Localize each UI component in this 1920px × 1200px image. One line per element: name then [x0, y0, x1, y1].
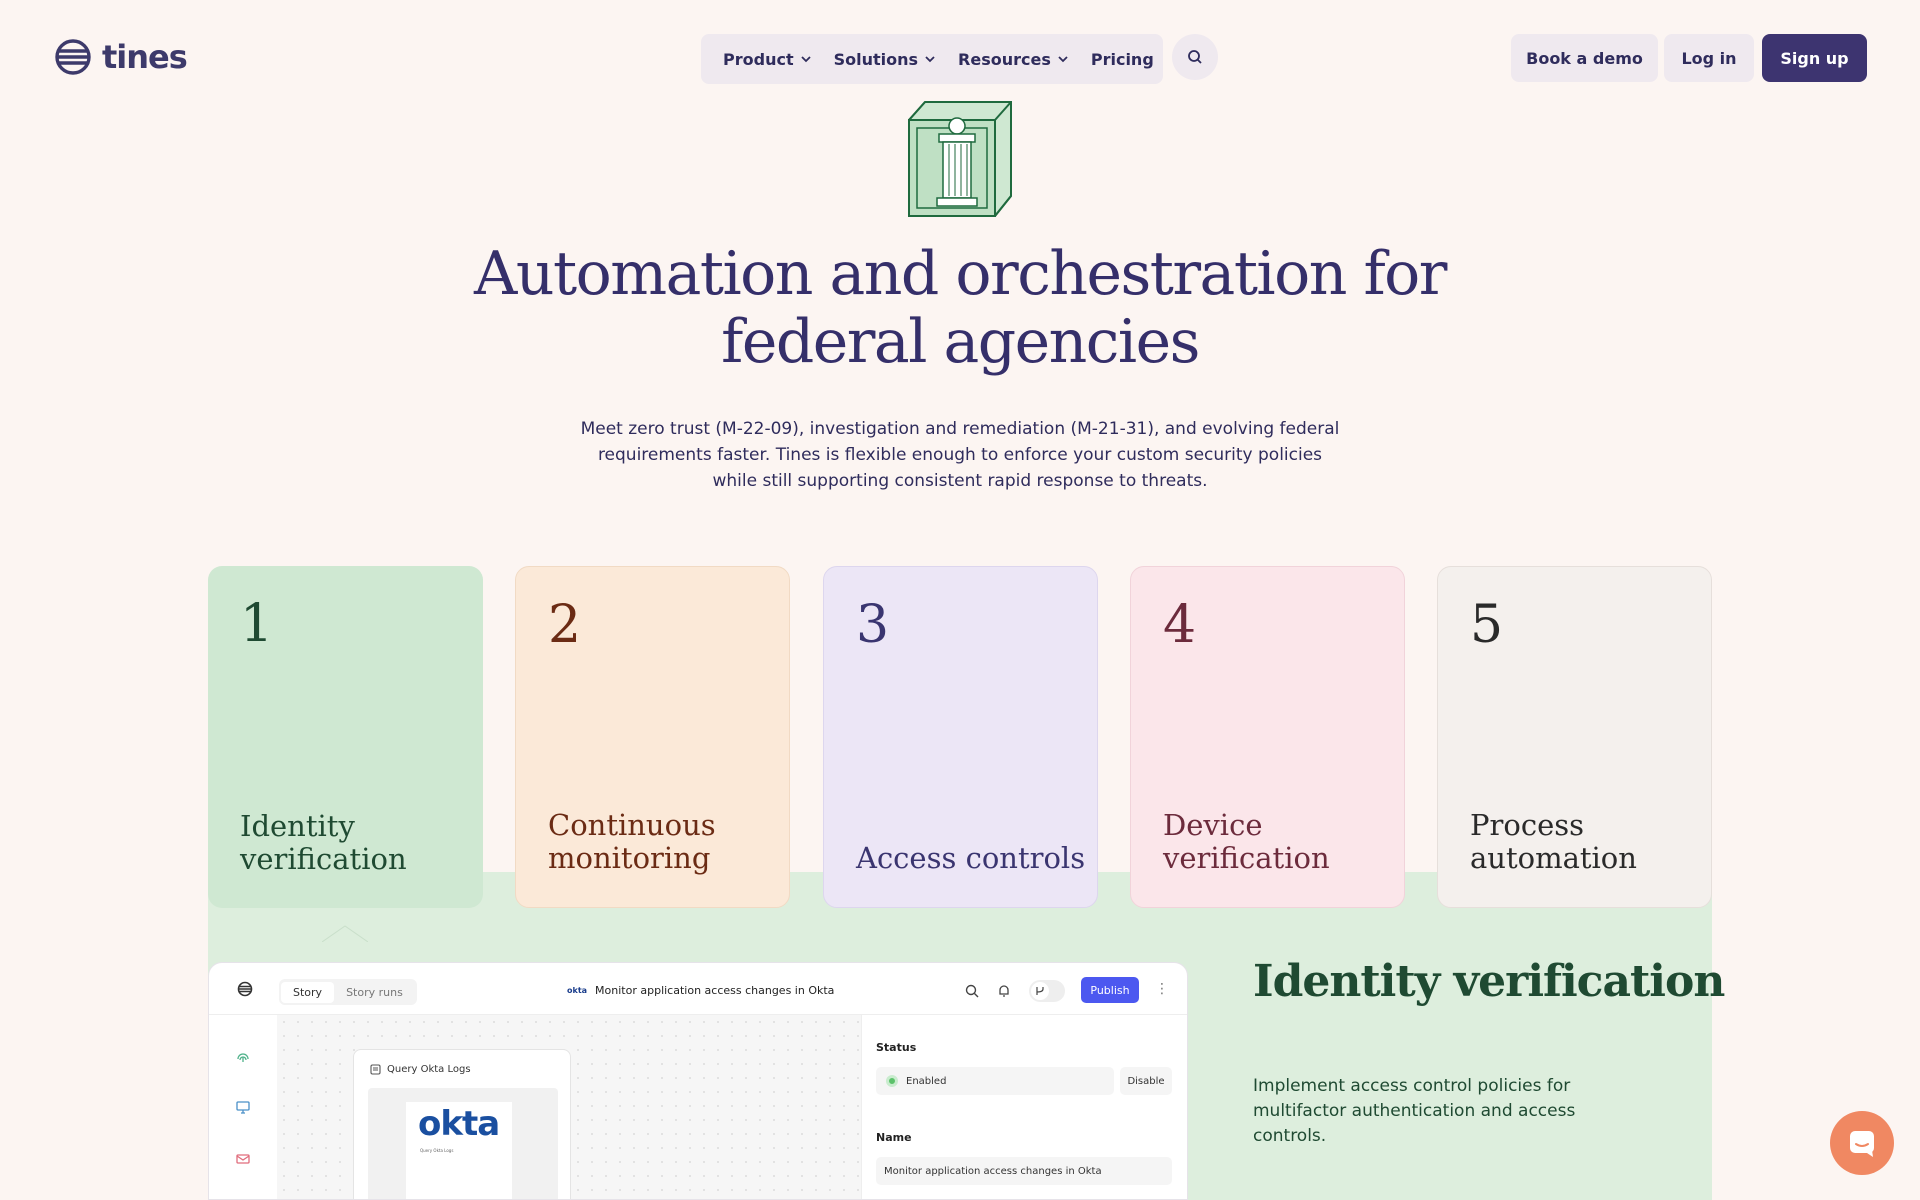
- sign-up-button[interactable]: Sign up: [1762, 34, 1867, 82]
- okta-logo: okta: [418, 1104, 500, 1144]
- active-card-pointer: [322, 925, 368, 942]
- search-button[interactable]: [1172, 34, 1218, 80]
- card-access-controls[interactable]: 3 Access controls: [823, 566, 1098, 908]
- card-continuous-monitoring[interactable]: 2 Continuous monitoring: [515, 566, 790, 908]
- node-preview: okta Query Okta Logs: [368, 1088, 558, 1199]
- tines-logo-icon: [237, 981, 253, 997]
- okta-card: okta Query Okta Logs: [406, 1102, 512, 1199]
- tines-logo-icon: [55, 39, 91, 75]
- nav-solutions[interactable]: Solutions: [834, 50, 936, 69]
- app-screenshot: Story Story runs okta Monitor applicatio…: [208, 962, 1188, 1200]
- detail-description: Implement access control policies for mu…: [1253, 1076, 1576, 1146]
- card-label: Device verification: [1163, 808, 1330, 875]
- chevron-down-icon: [800, 56, 811, 63]
- chevron-down-icon: [1058, 56, 1068, 63]
- card-number: 1: [240, 594, 274, 654]
- nav-resources-label: Resources: [958, 49, 1051, 69]
- chevron-down-icon: [925, 56, 935, 63]
- card-label: Process automation: [1470, 808, 1637, 875]
- mail-icon[interactable]: [235, 1151, 251, 1167]
- publish-button[interactable]: Publish: [1081, 977, 1139, 1003]
- nav-pricing[interactable]: Pricing: [1091, 50, 1154, 69]
- action-icon: [370, 1064, 381, 1075]
- card-label: Identity verification: [240, 809, 407, 876]
- card-number: 4: [1163, 595, 1197, 655]
- status-value: Enabled: [906, 1075, 947, 1087]
- status-field: Enabled: [876, 1067, 1114, 1095]
- fingerprint-icon[interactable]: [235, 1049, 251, 1065]
- main-nav: Product Solutions Resources Pricing: [701, 34, 1163, 84]
- column-box-illustration: [908, 101, 1012, 217]
- card-process-automation[interactable]: 5 Process automation: [1437, 566, 1712, 908]
- book-demo-button[interactable]: Book a demo: [1511, 34, 1658, 82]
- story-canvas[interactable]: Query Okta Logs okta Query Okta Logs: [277, 1015, 861, 1199]
- logo[interactable]: tines: [54, 38, 188, 76]
- search-icon: [1188, 50, 1202, 64]
- card-identity-verification[interactable]: 1 Identity verification: [208, 566, 483, 908]
- card-device-verification[interactable]: 4 Device verification: [1130, 566, 1405, 908]
- monitor-icon[interactable]: [235, 1099, 251, 1115]
- app-tabs: Story Story runs: [279, 979, 417, 1005]
- chat-button[interactable]: [1830, 1111, 1894, 1175]
- detail-title: Identity verification: [1253, 956, 1725, 1007]
- hero-subtitle: Meet zero trust (M-22-09), investigation…: [580, 419, 1340, 491]
- name-field[interactable]: Monitor application access changes in Ok…: [876, 1157, 1172, 1185]
- app-sidebar: [209, 1015, 277, 1199]
- story-title: okta Monitor application access changes …: [567, 984, 834, 997]
- branch-toggle-icon[interactable]: [1029, 980, 1065, 1002]
- node-title-text: Query Okta Logs: [387, 1064, 471, 1075]
- nav-solutions-label: Solutions: [833, 49, 919, 69]
- log-in-button[interactable]: Log in: [1664, 34, 1754, 82]
- okta-caption: Query Okta Logs: [420, 1148, 454, 1153]
- action-node[interactable]: Query Okta Logs okta Query Okta Logs: [353, 1049, 571, 1199]
- name-label: Name: [876, 1131, 912, 1144]
- card-label: Access controls: [856, 841, 1086, 875]
- chat-icon: [1850, 1131, 1874, 1157]
- node-title: Query Okta Logs: [370, 1064, 471, 1075]
- status-label: Status: [876, 1041, 917, 1054]
- logo-text: tines: [102, 38, 188, 76]
- story-title-text: Monitor application access changes in Ok…: [595, 984, 835, 997]
- nav-product-label: Product: [723, 49, 794, 69]
- nav-resources[interactable]: Resources: [958, 50, 1069, 69]
- tab-story[interactable]: Story: [281, 981, 335, 1003]
- card-number: 2: [548, 595, 582, 655]
- card-number: 3: [856, 595, 890, 655]
- bell-icon[interactable]: [997, 984, 1011, 998]
- status-dot-icon: [886, 1075, 898, 1087]
- nav-pricing-label: Pricing: [1090, 49, 1154, 69]
- card-label: Continuous monitoring: [548, 808, 716, 875]
- disable-button[interactable]: Disable: [1120, 1067, 1172, 1095]
- hero-title: Automation and orchestration for federal…: [474, 239, 1447, 377]
- okta-mini-logo: okta: [567, 986, 588, 995]
- card-number: 5: [1470, 595, 1504, 655]
- search-icon[interactable]: [965, 984, 979, 998]
- tab-story-runs[interactable]: Story runs: [334, 982, 415, 1003]
- app-topbar: Story Story runs okta Monitor applicatio…: [209, 963, 1187, 1015]
- nav-product[interactable]: Product: [723, 50, 812, 69]
- app-toolbar-icons: [965, 980, 1065, 1002]
- more-options-icon[interactable]: ⋮: [1155, 981, 1169, 997]
- properties-panel: Status Enabled Disable Name Monitor appl…: [861, 1015, 1187, 1199]
